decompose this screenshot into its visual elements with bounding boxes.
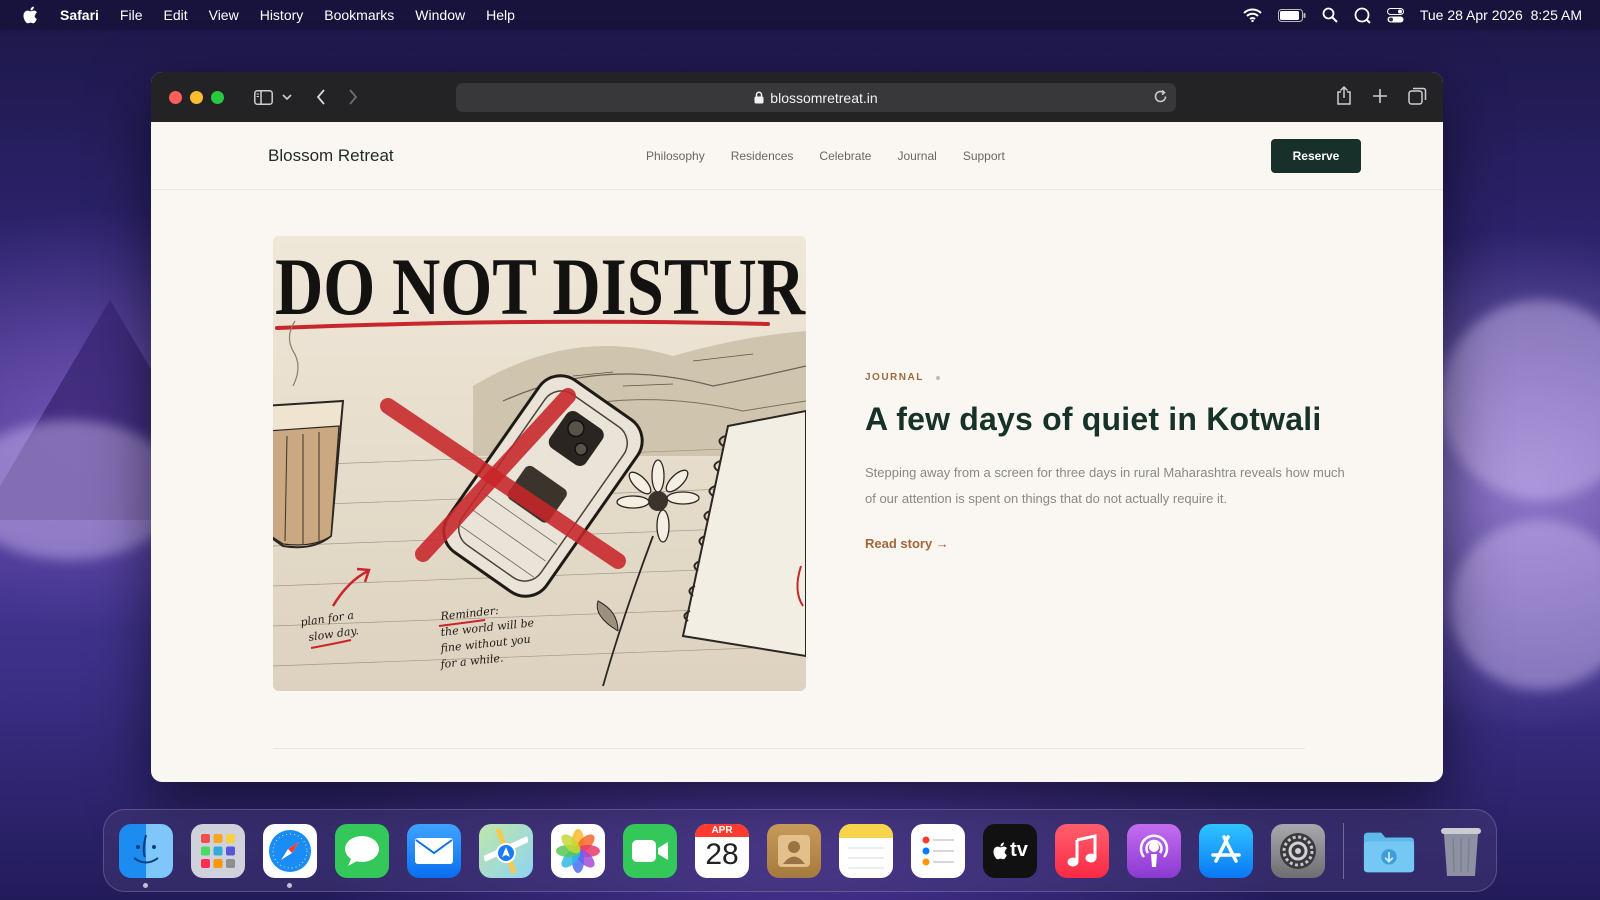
calendar-day: 28 xyxy=(705,837,739,871)
kicker-dot xyxy=(935,375,940,380)
dock-separator xyxy=(1343,822,1344,879)
notes-icon[interactable] xyxy=(839,823,893,878)
running-indicator xyxy=(143,882,148,888)
finder-icon[interactable] xyxy=(119,823,173,888)
battery-icon[interactable] xyxy=(1277,8,1306,22)
menu-datetime[interactable]: Tue 28 Apr 2026 8:25 AM xyxy=(1420,7,1582,23)
apple-menu-icon[interactable] xyxy=(22,6,40,24)
window-controls xyxy=(169,90,224,104)
mail-icon[interactable] xyxy=(407,823,461,878)
journal-article-teaser: JOURNAL A few days of quiet in Kotwali S… xyxy=(865,372,1345,553)
lock-icon xyxy=(754,91,764,104)
tab-overview-icon[interactable] xyxy=(1408,86,1427,105)
address-bar[interactable]: blossomretreat.in xyxy=(456,83,1176,112)
notes-icon-header xyxy=(839,823,893,838)
section-divider xyxy=(273,748,1305,749)
menu-bookmarks[interactable]: Bookmarks xyxy=(324,7,394,23)
back-icon[interactable] xyxy=(316,89,326,105)
menu-view[interactable]: View xyxy=(209,7,239,23)
sidebar-toggle-icon[interactable] xyxy=(254,89,273,105)
menu-help[interactable]: Help xyxy=(486,7,515,23)
safari-toolbar: blossomretreat.in xyxy=(151,72,1443,122)
share-icon[interactable] xyxy=(1336,86,1352,105)
minimize-window-button[interactable] xyxy=(190,90,203,104)
wallpaper-cloud xyxy=(1440,300,1600,500)
menu-edit[interactable]: Edit xyxy=(163,7,187,23)
menu-history[interactable]: History xyxy=(260,7,304,23)
read-story-link[interactable]: Read story → xyxy=(865,536,949,551)
chevron-down-icon[interactable] xyxy=(282,93,292,101)
photos-icon[interactable] xyxy=(551,823,605,878)
article-category[interactable]: JOURNAL xyxy=(865,372,924,383)
trash-icon[interactable] xyxy=(1434,824,1488,878)
safari-window: blossomretreat.in Blossom Retreat Philos… xyxy=(151,72,1443,782)
messages-icon[interactable] xyxy=(335,823,389,878)
new-tab-icon[interactable] xyxy=(1372,86,1388,105)
journal-hero-image[interactable]: DO NOT DISTUR plan for a slow day. Remin… xyxy=(273,236,806,691)
site-brand[interactable]: Blossom Retreat xyxy=(268,146,394,166)
zoom-window-button[interactable] xyxy=(211,90,224,104)
article-kicker: JOURNAL xyxy=(865,372,1345,383)
running-indicator xyxy=(287,882,292,888)
safari-icon[interactable] xyxy=(263,823,317,888)
menu-file[interactable]: File xyxy=(120,7,143,23)
control-center-icon[interactable] xyxy=(1386,7,1404,23)
nav-link-philosophy[interactable]: Philosophy xyxy=(646,149,705,163)
spotlight-search-icon[interactable] xyxy=(1322,7,1338,23)
siri-search-icon[interactable] xyxy=(1354,7,1371,24)
launchpad-icon[interactable] xyxy=(191,823,245,878)
reminders-icon[interactable] xyxy=(911,823,965,878)
close-window-button[interactable] xyxy=(169,90,182,104)
dock: APR 28 tv xyxy=(103,809,1497,892)
nav-link-support[interactable]: Support xyxy=(963,149,1005,163)
address-url: blossomretreat.in xyxy=(770,89,878,106)
article-summary: Stepping away from a screen for three da… xyxy=(865,465,1345,506)
reserve-button[interactable]: Reserve xyxy=(1271,139,1361,173)
menu-bar: Safari File Edit View History Bookmarks … xyxy=(0,0,1600,30)
system-settings-icon[interactable] xyxy=(1271,823,1325,878)
image-headline-text: DO NOT DISTUR xyxy=(275,241,806,332)
contacts-icon[interactable] xyxy=(767,823,821,878)
nav-link-residences[interactable]: Residences xyxy=(731,149,794,163)
maps-icon[interactable] xyxy=(479,823,533,878)
downloads-folder-icon[interactable] xyxy=(1362,824,1416,878)
nav-link-celebrate[interactable]: Celebrate xyxy=(819,149,871,163)
site-header: Blossom Retreat Philosophy Residences Ce… xyxy=(151,122,1443,190)
music-icon[interactable] xyxy=(1055,823,1109,878)
wallpaper-cloud xyxy=(1450,520,1600,690)
site-nav: Philosophy Residences Celebrate Journal … xyxy=(646,149,1005,163)
tv-icon[interactable]: tv xyxy=(983,823,1037,878)
facetime-icon[interactable] xyxy=(623,823,677,878)
wifi-icon[interactable] xyxy=(1243,8,1262,22)
article-title[interactable]: A few days of quiet in Kotwali xyxy=(865,401,1345,438)
tv-label: tv xyxy=(1010,839,1028,861)
reload-icon[interactable] xyxy=(1153,89,1168,104)
menu-app-name[interactable]: Safari xyxy=(60,7,99,23)
app-store-icon[interactable] xyxy=(1199,823,1253,878)
menu-window[interactable]: Window xyxy=(415,7,465,23)
calendar-month: APR xyxy=(695,823,749,837)
calendar-icon[interactable]: APR 28 xyxy=(695,823,749,878)
forward-icon[interactable] xyxy=(348,89,358,105)
podcasts-icon[interactable] xyxy=(1127,823,1181,878)
nav-link-journal[interactable]: Journal xyxy=(897,149,936,163)
